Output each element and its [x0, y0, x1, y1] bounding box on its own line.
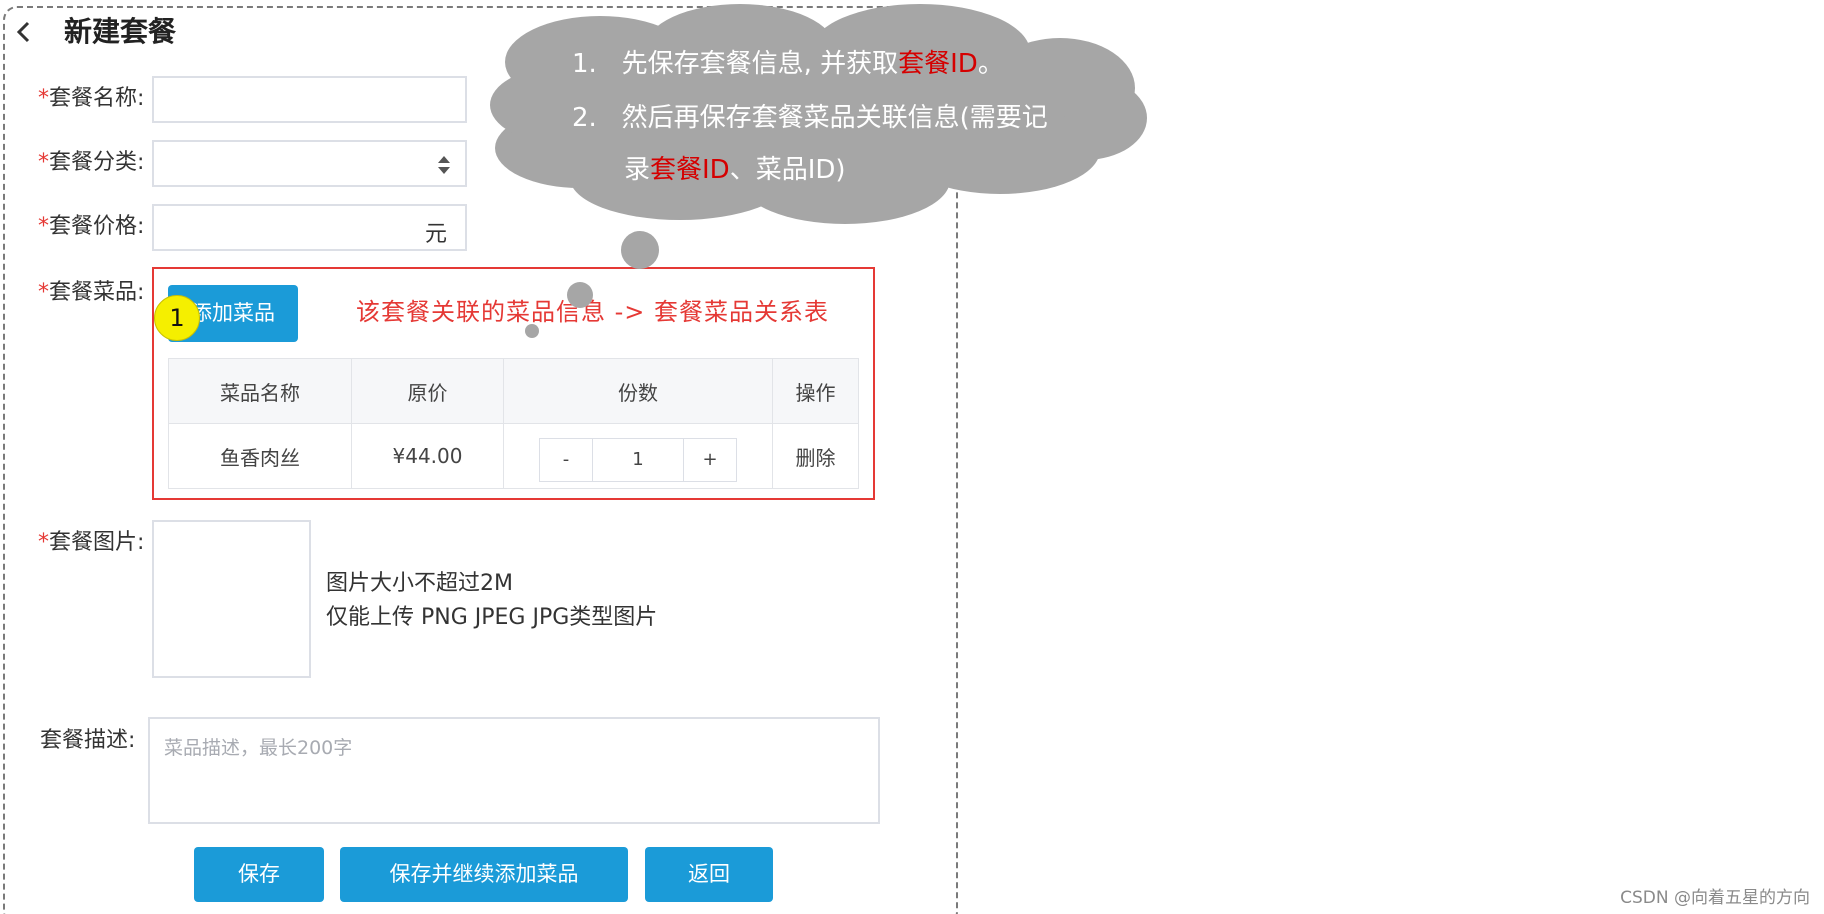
upload-hint-size: 图片大小不超过2M: [326, 571, 513, 596]
callout-item-1-highlight: 套餐ID: [898, 49, 978, 79]
table-row: 鱼香肉丝 ¥44.00 - 1 + 删除: [168, 423, 859, 489]
qty-stepper[interactable]: - 1 +: [539, 438, 737, 482]
save-continue-button[interactable]: 保存并继续添加菜品: [340, 847, 628, 902]
dish-table: 菜品名称 原价 份数 操作 鱼香肉丝 ¥44.00 - 1 + 删除: [168, 358, 859, 489]
callout-item-1: 1. 先保存套餐信息, 并获取套餐ID。: [572, 46, 1004, 82]
delete-dish-link[interactable]: 删除: [772, 423, 859, 489]
col-dish-name: 菜品名称: [168, 358, 352, 424]
watermark: CSDN @向着五星的方向: [1620, 888, 1810, 908]
callout-item-1-number: 1.: [572, 49, 597, 79]
col-price: 原价: [351, 358, 504, 424]
save-button[interactable]: 保存: [194, 847, 324, 902]
callout-item-2-text: 然后再保存套餐菜品关联信息(需要记: [621, 103, 1048, 133]
callout-item-2: 2. 然后再保存套餐菜品关联信息(需要记: [572, 100, 1048, 136]
col-action: 操作: [772, 358, 859, 424]
required-mark: *: [38, 530, 49, 555]
desc-placeholder: 菜品描述，最长200字: [164, 737, 353, 759]
canvas: 新建套餐 *套餐名称: *套餐分类: *套餐价格: 元 *套餐菜品: 添加菜品 …: [0, 0, 1824, 914]
callout-item-2-end: 、菜品ID): [729, 155, 846, 185]
cloud-trail-dots: [525, 231, 659, 338]
callout-item-1-end: 。: [977, 49, 1004, 79]
qty-increment-button[interactable]: +: [684, 439, 736, 481]
desc-label: 套餐描述:: [40, 728, 136, 753]
col-qty: 份数: [503, 358, 773, 424]
qty-value[interactable]: 1: [592, 439, 684, 481]
callout-item-2-cont: 录套餐ID、菜品ID): [624, 152, 846, 188]
table-header-row: 菜品名称 原价 份数 操作: [168, 358, 859, 424]
image-label: *套餐图片:: [38, 528, 144, 558]
back-button[interactable]: 返回: [645, 847, 773, 902]
qty-decrement-button[interactable]: -: [540, 439, 592, 481]
upload-hint: 图片大小不超过2M 仅能上传 PNG JPEG JPG类型图片: [326, 567, 657, 635]
dish-price-cell: ¥44.00: [351, 423, 504, 489]
dish-qty-cell: - 1 +: [503, 423, 773, 489]
callout-item-1-text: 先保存套餐信息, 并获取: [621, 49, 899, 79]
callout-item-2-number: 2.: [572, 103, 597, 133]
image-upload-box[interactable]: [152, 520, 311, 678]
description-textarea[interactable]: 菜品描述，最长200字: [148, 717, 880, 824]
callout-item-2-highlight: 套餐ID: [650, 155, 730, 185]
dish-name-cell: 鱼香肉丝: [168, 423, 352, 489]
image-label-text: 套餐图片:: [49, 530, 145, 555]
upload-hint-type: 仅能上传 PNG JPEG JPG类型图片: [326, 605, 658, 630]
callout-item-2-pre: 录: [624, 155, 651, 185]
